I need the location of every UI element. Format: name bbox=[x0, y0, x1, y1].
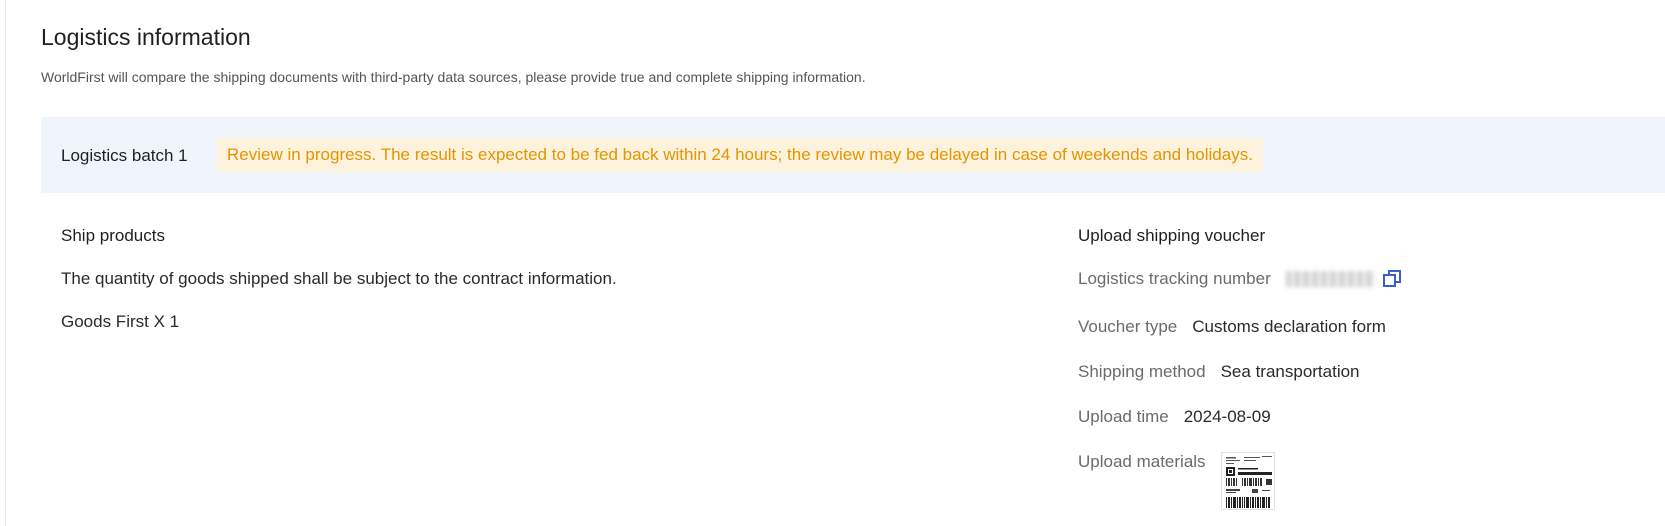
tracking-number-value bbox=[1285, 271, 1374, 287]
copy-icon[interactable] bbox=[1382, 269, 1402, 289]
page-title: Logistics information bbox=[41, 24, 251, 50]
upload-materials-row: Upload materials bbox=[1078, 452, 1275, 510]
logistics-batch-header: Logistics batch 1 Review in progress. Th… bbox=[41, 117, 1665, 193]
upload-time-row: Upload time 2024-08-09 bbox=[1078, 407, 1271, 427]
logistics-panel: Logistics information WorldFirst will co… bbox=[5, 0, 1665, 526]
tracking-number-label: Logistics tracking number bbox=[1078, 269, 1271, 288]
upload-time-value: 2024-08-09 bbox=[1183, 407, 1271, 426]
review-status-notice: Review in progress. The result is expect… bbox=[217, 138, 1263, 172]
shipping-voucher-heading: Upload shipping voucher bbox=[1078, 226, 1266, 245]
shipping-method-label: Shipping method bbox=[1078, 362, 1206, 381]
batch-label: Logistics batch 1 bbox=[61, 146, 188, 165]
shipping-method-row: Shipping method Sea transportation bbox=[1078, 362, 1360, 382]
ship-products-item: Goods First X 1 bbox=[61, 312, 180, 331]
ship-products-heading: Ship products bbox=[61, 226, 165, 245]
ship-products-note: The quantity of goods shipped shall be s… bbox=[61, 269, 617, 288]
voucher-type-label: Voucher type bbox=[1078, 317, 1178, 336]
page-subtitle: WorldFirst will compare the shipping doc… bbox=[41, 69, 866, 85]
tracking-number-row: Logistics tracking number bbox=[1078, 269, 1402, 289]
voucher-type-value: Customs declaration form bbox=[1192, 317, 1386, 336]
upload-materials-label: Upload materials bbox=[1078, 452, 1206, 471]
document-thumbnail[interactable] bbox=[1220, 452, 1275, 510]
voucher-type-row: Voucher type Customs declaration form bbox=[1078, 317, 1386, 337]
upload-time-label: Upload time bbox=[1078, 407, 1169, 426]
shipping-method-value: Sea transportation bbox=[1220, 362, 1360, 381]
